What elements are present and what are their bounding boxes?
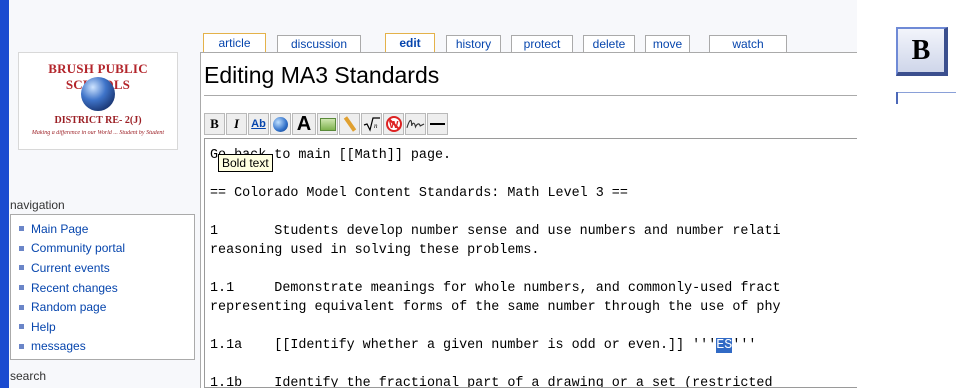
svg-text:n: n (374, 122, 378, 130)
nav-item-community-portal[interactable]: Community portal (19, 239, 194, 259)
tab-delete[interactable]: delete (583, 35, 635, 52)
tab-protect[interactable]: protect (511, 35, 573, 52)
editor-line: Go back to main [[Math]] page. (210, 148, 452, 163)
bold-tooltip: Bold text (218, 154, 273, 172)
nav-item-main-page[interactable]: Main Page (19, 219, 194, 239)
selected-text[interactable]: ES (716, 338, 733, 353)
window-left-edge (0, 0, 9, 388)
globe-icon (81, 77, 115, 111)
italic-button[interactable]: I (226, 113, 247, 135)
editor-line: reasoning used in solving these problems… (210, 243, 540, 258)
nav-item-current-events[interactable]: Current events (19, 258, 194, 278)
bullet-icon (19, 324, 24, 330)
sqrt-icon: n (363, 117, 380, 132)
nav-item-random-page[interactable]: Random page (19, 297, 194, 317)
bold-button-enlarged[interactable]: B (896, 27, 948, 76)
embedded-image-button[interactable] (317, 113, 338, 135)
editor-line: 1.1 Demonstrate meanings for whole numbe… (210, 281, 781, 296)
page-title: Editing MA3 Standards (204, 62, 440, 88)
nav-item-help[interactable]: Help (19, 317, 194, 337)
bold-button[interactable]: B (204, 113, 225, 135)
bullet-icon (19, 343, 24, 349)
internal-link-button[interactable]: Ab (248, 113, 269, 135)
editor-line: 1.1b Identify the fractional part of a d… (210, 376, 773, 388)
editor-line: 1 Students develop number sense and use … (210, 224, 781, 239)
no-wiki-icon: W (385, 116, 402, 132)
media-icon (343, 116, 356, 132)
headline-button[interactable]: A (292, 113, 316, 135)
editor-line-selection: 1.1a [[Identify whether a given number i… (210, 338, 757, 353)
logo-district: DISTRICT RE- 2(J) (54, 115, 142, 126)
image-icon (319, 117, 336, 131)
edit-textarea[interactable]: Go back to main [[Math]] page. == Colora… (204, 138, 857, 388)
title-divider (204, 95, 857, 96)
bullet-icon (19, 304, 24, 310)
tab-article[interactable]: article (203, 33, 266, 52)
enlarged-underline (896, 92, 956, 93)
globe-link-icon (273, 116, 288, 132)
tab-watch[interactable]: watch (709, 35, 787, 52)
bullet-icon (19, 285, 24, 291)
nowiki-button[interactable]: W (383, 113, 404, 135)
navigation-portlet: Main Page Community portal Current event… (10, 214, 195, 360)
school-logo[interactable]: BRUSH PUBLIC SCHOOLS DISTRICT RE- 2(J) M… (18, 52, 178, 150)
tab-discussion[interactable]: discussion (277, 35, 361, 52)
signature-button[interactable] (405, 113, 426, 135)
bullet-icon (19, 265, 24, 271)
tab-history[interactable]: history (446, 35, 501, 52)
navigation-heading: navigation (10, 198, 65, 212)
edit-toolbar: B I Ab A n W (204, 113, 448, 137)
math-formula-button[interactable]: n (361, 113, 382, 135)
nav-item-recent-changes[interactable]: Recent changes (19, 278, 194, 298)
nav-item-messages[interactable]: messages (19, 337, 194, 357)
wikitext-content: Go back to main [[Math]] page. == Colora… (210, 146, 781, 388)
signature-icon (406, 119, 425, 129)
editor-line: representing equivalent forms of the sam… (210, 300, 781, 315)
external-link-button[interactable] (270, 113, 291, 135)
tab-edit[interactable]: edit (385, 33, 435, 52)
search-heading: search (10, 369, 47, 383)
horizontal-line-button[interactable] (427, 113, 448, 135)
media-link-button[interactable] (339, 113, 360, 135)
bullet-icon (19, 245, 24, 251)
enlarged-tick (896, 92, 898, 104)
tab-move[interactable]: move (645, 35, 690, 52)
logo-tagline: Making a difference in our World ... Stu… (31, 130, 165, 136)
editor-line: == Colorado Model Content Standards: Mat… (210, 186, 628, 201)
bullet-icon (19, 226, 24, 232)
horizontal-line-icon (430, 123, 445, 125)
